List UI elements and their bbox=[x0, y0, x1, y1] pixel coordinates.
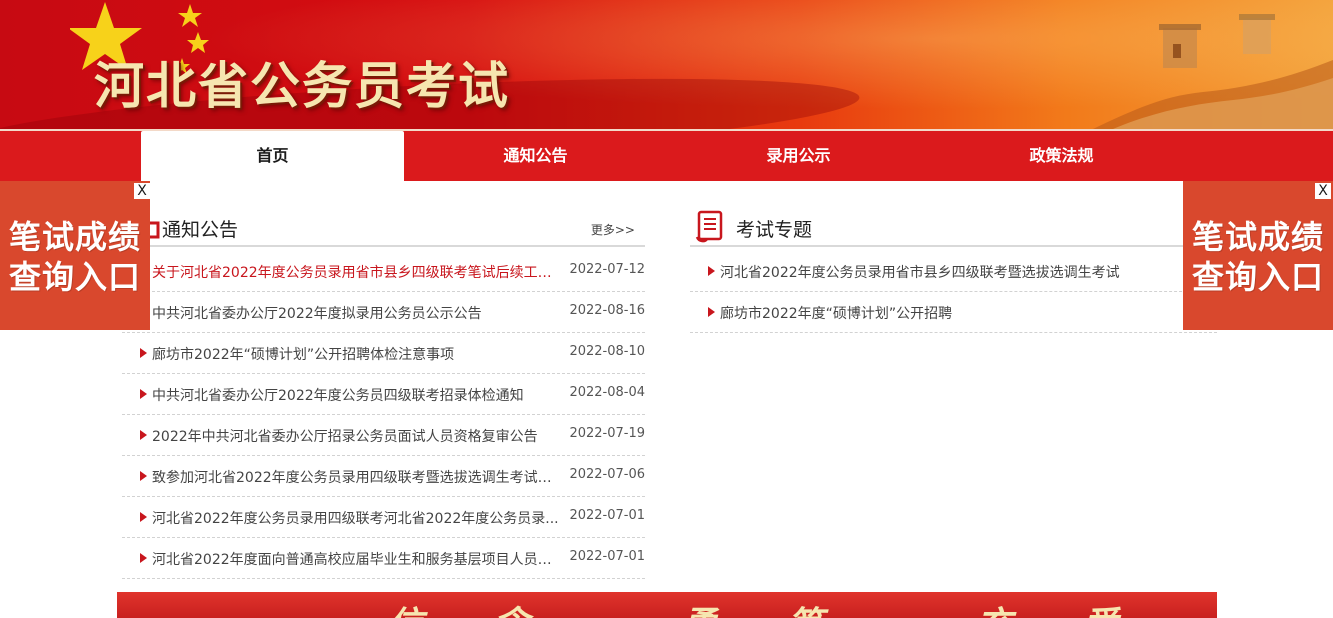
nav-item-notices[interactable]: 通知公告 bbox=[404, 131, 667, 181]
list-item[interactable]: 廊坊市2022年度“硕博计划”公开招聘 bbox=[690, 292, 1217, 333]
scroll-document-icon bbox=[695, 210, 723, 243]
bottom-slogan-banner: 信念 勇笃 充爱 担依 bbox=[117, 592, 1217, 618]
list-item[interactable]: 中共河北省委办公厅2022年度拟录用公务员公示公告 2022-08-16 bbox=[122, 292, 645, 333]
score-query-ad-left[interactable]: 笔试成绩 查询入口 X bbox=[0, 181, 150, 330]
close-icon[interactable]: X bbox=[134, 183, 150, 199]
triangle-arrow-icon bbox=[140, 389, 147, 399]
header-banner: 河北省公务员考试 bbox=[0, 0, 1333, 129]
score-query-ad-right[interactable]: 笔试成绩 查询入口 X bbox=[1183, 181, 1333, 330]
list-item-date: 2022-07-01 bbox=[569, 549, 645, 564]
notices-header: 通知公告 更多>> bbox=[122, 211, 645, 247]
topics-header: 考试专题 bbox=[690, 210, 1217, 247]
topics-title: 考试专题 bbox=[736, 219, 813, 241]
list-item[interactable]: 河北省2022年度公务员录用四级联考河北省2022年度公务员录... 2022-… bbox=[122, 497, 645, 538]
main-nav: 首页 通知公告 录用公示 政策法规 bbox=[0, 131, 1333, 181]
ad-line-1: 笔试成绩 bbox=[8, 218, 141, 256]
ad-line-2: 查询入口 bbox=[8, 258, 141, 296]
list-item[interactable]: 河北省2022年度公务员录用省市县乡四级联考暨选拔选调生考试 bbox=[690, 251, 1217, 292]
list-item-title[interactable]: 中共河北省委办公厅2022年度公务员四级联考招录体检通知 bbox=[152, 385, 562, 405]
triangle-arrow-icon bbox=[140, 512, 147, 522]
ad-line-2: 查询入口 bbox=[1191, 258, 1324, 296]
main-content: 通知公告 更多>> 关于河北省2022年度公务员录用省市县乡四级联考笔试后续工作… bbox=[117, 181, 1217, 591]
list-item-title[interactable]: 2022年中共河北省委办公厅招录公务员面试人员资格复审公告 bbox=[152, 426, 562, 446]
nav-item-policy[interactable]: 政策法规 bbox=[930, 131, 1193, 181]
list-item-title[interactable]: 中共河北省委办公厅2022年度拟录用公务员公示公告 bbox=[152, 303, 562, 323]
list-item-title[interactable]: 廊坊市2022年度“硕博计划”公开招聘 bbox=[720, 303, 1200, 323]
list-item-date: 2022-07-12 bbox=[569, 262, 645, 277]
ad-line-1: 笔试成绩 bbox=[1191, 218, 1324, 256]
list-item-title[interactable]: 廊坊市2022年“硕博计划”公开招聘体检注意事项 bbox=[152, 344, 562, 364]
triangle-arrow-icon bbox=[140, 553, 147, 563]
list-item[interactable]: 廊坊市2022年“硕博计划”公开招聘体检注意事项 2022-08-10 bbox=[122, 333, 645, 374]
notices-list: 关于河北省2022年度公务员录用省市县乡四级联考笔试后续工作... 2022-0… bbox=[122, 251, 645, 579]
list-item-title[interactable]: 关于河北省2022年度公务员录用省市县乡四级联考笔试后续工作... bbox=[152, 262, 562, 282]
site-title: 河北省公务员考试 bbox=[94, 56, 510, 115]
list-item[interactable]: 2022年中共河北省委办公厅招录公务员面试人员资格复审公告 2022-07-19 bbox=[122, 415, 645, 456]
list-item-title[interactable]: 河北省2022年度公务员录用四级联考河北省2022年度公务员录... bbox=[152, 508, 562, 528]
list-item[interactable]: 中共河北省委办公厅2022年度公务员四级联考招录体检通知 2022-08-04 bbox=[122, 374, 645, 415]
triangle-arrow-icon bbox=[140, 430, 147, 440]
list-item-date: 2022-07-06 bbox=[569, 467, 645, 482]
triangle-arrow-icon bbox=[708, 266, 715, 276]
list-item-date: 2022-08-16 bbox=[569, 303, 645, 318]
slogan-text: 信念 勇笃 充爱 担依 bbox=[387, 596, 1217, 618]
nav-item-home[interactable]: 首页 bbox=[141, 131, 404, 181]
list-item-date: 2022-08-10 bbox=[569, 344, 645, 359]
list-item[interactable]: 河北省2022年度面向普通高校应届毕业生和服务基层项目人员选... 2022-0… bbox=[122, 538, 645, 579]
ad-text: 笔试成绩 查询入口 bbox=[0, 217, 150, 297]
list-item-date: 2022-07-01 bbox=[569, 508, 645, 523]
topics-list: 河北省2022年度公务员录用省市县乡四级联考暨选拔选调生考试 廊坊市2022年度… bbox=[690, 251, 1217, 333]
list-item-title[interactable]: 河北省2022年度面向普通高校应届毕业生和服务基层项目人员选... bbox=[152, 549, 562, 569]
list-item-date: 2022-07-19 bbox=[569, 426, 645, 441]
great-wall-icon bbox=[1093, 14, 1333, 129]
page: 河北省公务员考试 首页 通知公告 录用公示 政策法规 通知公告 更多>> 关于河… bbox=[0, 0, 1333, 618]
close-icon[interactable]: X bbox=[1315, 183, 1331, 199]
list-item-date: 2022-08-04 bbox=[569, 385, 645, 400]
list-item[interactable]: 关于河北省2022年度公务员录用省市县乡四级联考笔试后续工作... 2022-0… bbox=[122, 251, 645, 292]
nav-item-admission[interactable]: 录用公示 bbox=[667, 131, 930, 181]
triangle-arrow-icon bbox=[140, 471, 147, 481]
list-item-title[interactable]: 河北省2022年度公务员录用省市县乡四级联考暨选拔选调生考试 bbox=[720, 262, 1200, 282]
list-item[interactable]: 致参加河北省2022年度公务员录用四级联考暨选拔选调生考试考... 2022-0… bbox=[122, 456, 645, 497]
notices-more-link[interactable]: 更多>> bbox=[591, 221, 635, 238]
list-item-title[interactable]: 致参加河北省2022年度公务员录用四级联考暨选拔选调生考试考... bbox=[152, 467, 562, 487]
notices-title: 通知公告 bbox=[162, 219, 239, 241]
ad-text: 笔试成绩 查询入口 bbox=[1183, 217, 1333, 297]
triangle-arrow-icon bbox=[140, 348, 147, 358]
triangle-arrow-icon bbox=[708, 307, 715, 317]
